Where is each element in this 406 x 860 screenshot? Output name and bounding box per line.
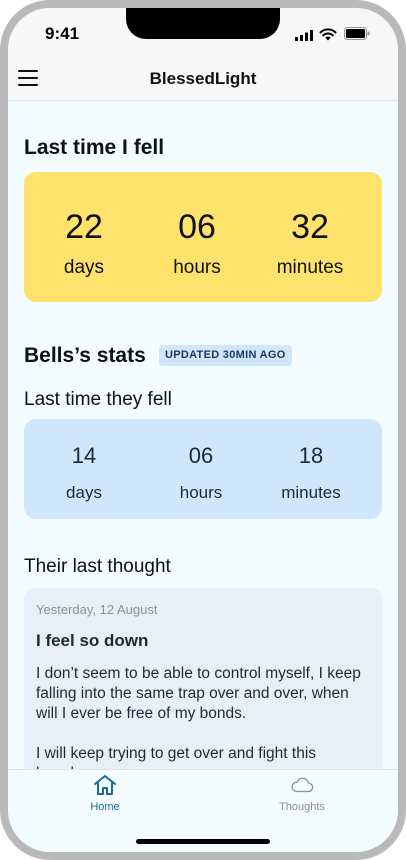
main-content[interactable]: Last time I fell 22 days 06 hours 32 min…: [8, 101, 398, 769]
status-time: 9:41: [45, 24, 80, 43]
my-hours-label: hours: [173, 257, 221, 278]
last-thought-heading: Their last thought: [24, 556, 171, 577]
friend-hours-value: 06: [188, 443, 214, 468]
my-hours-value: 06: [178, 208, 216, 246]
status-bar: 9:41: [8, 8, 398, 60]
thought-body: I don’t seem to be able to control mysel…: [36, 664, 372, 769]
friend-minutes-value: 18: [298, 443, 324, 468]
wifi-icon: [319, 28, 337, 41]
tab-home[interactable]: Home: [45, 770, 165, 820]
home-indicator[interactable]: [136, 839, 270, 844]
cloud-icon: [291, 777, 314, 793]
thought-card[interactable]: Yesterday, 12 August I feel so down I do…: [24, 588, 382, 769]
tab-home-label: Home: [90, 801, 120, 813]
thought-date: Yesterday, 12 August: [36, 602, 158, 617]
notch: [126, 8, 280, 39]
thought-paragraph-1: I don’t seem to be able to control mysel…: [36, 665, 361, 722]
tab-thoughts[interactable]: Thoughts: [242, 770, 362, 820]
friend-days-value: 14: [71, 443, 97, 468]
friend-minutes-label: minutes: [281, 483, 341, 502]
battery-icon: [344, 27, 370, 40]
my-counter-card: 22 days 06 hours 32 minutes: [24, 172, 382, 302]
cellular-signal-icon: [295, 30, 313, 41]
my-minutes-label: minutes: [276, 257, 344, 278]
thought-title: I feel so down: [36, 631, 149, 650]
tab-thoughts-label: Thoughts: [279, 801, 325, 813]
my-days-value: 22: [65, 208, 103, 246]
thought-paragraph-2: I will keep trying to get over and fight…: [36, 745, 317, 769]
home-icon: [94, 775, 116, 795]
app-title: BlessedLight: [149, 69, 257, 88]
friend-days-label: days: [66, 483, 102, 502]
my-days-label: days: [63, 257, 105, 278]
my-minutes-value: 32: [291, 208, 329, 246]
friend-hours-label: hours: [179, 483, 223, 502]
updated-badge: UPDATED 30MIN AGO: [159, 345, 292, 366]
friend-counter-card: 14 days 06 hours 18 minutes: [24, 419, 382, 519]
friend-stats-heading: Bells’s stats: [24, 344, 146, 367]
app-header: BlessedLight: [8, 60, 398, 101]
friend-last-fell-label: Last time they fell: [24, 389, 172, 410]
screen: 9:41 BlessedLight Last time I fell 22 da…: [8, 8, 398, 852]
my-counter-heading: Last time I fell: [24, 136, 165, 159]
device-frame: 9:41 BlessedLight Last time I fell 22 da…: [0, 0, 406, 860]
